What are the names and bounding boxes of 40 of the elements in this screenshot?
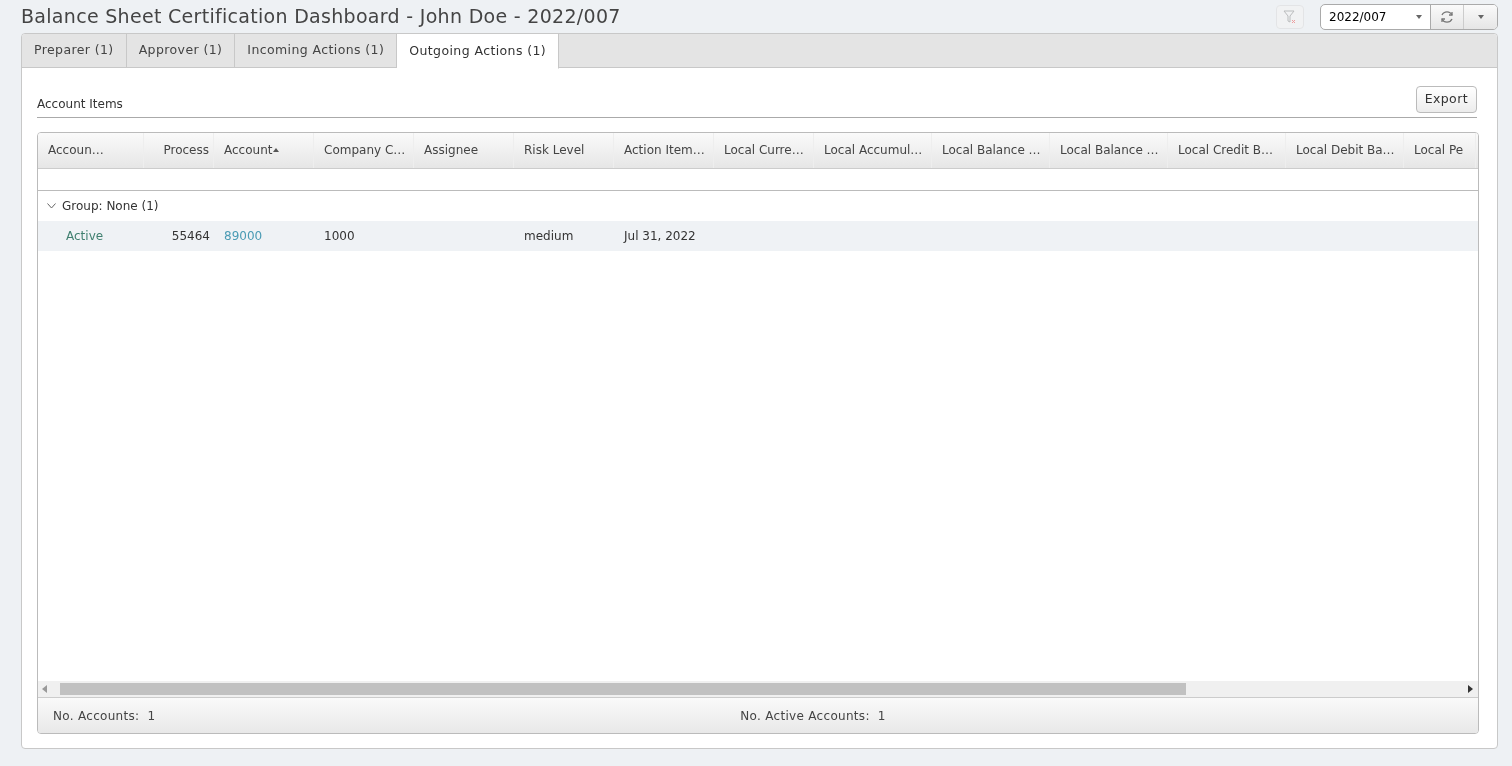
column-header[interactable]: Local Balance … [1050, 132, 1168, 168]
chevron-down-icon [47, 202, 56, 209]
footer-value: 1 [877, 707, 886, 725]
footer-label: No. Accounts: [53, 707, 140, 725]
table-cell-text: medium [524, 227, 574, 245]
table-cell-text: Jul 31, 2022 [624, 227, 696, 245]
column-header[interactable]: Action Item… [614, 132, 714, 168]
group-row[interactable]: Group: None (1) [38, 190, 1478, 221]
scroll-left-icon[interactable] [42, 685, 48, 693]
column-header[interactable]: Risk Level [514, 132, 614, 168]
table-cell-text: 55464 [171, 227, 210, 245]
column-header[interactable]: Company C… [314, 132, 414, 168]
scroll-right-icon[interactable] [1468, 685, 1474, 693]
section-title: Account Items [37, 95, 123, 113]
caret-icon [1416, 14, 1422, 19]
caret-icon [1477, 14, 1484, 19]
column-header[interactable]: Accoun… [38, 132, 144, 168]
column-header[interactable]: Process [144, 132, 214, 168]
column-header[interactable]: Local Credit B… [1168, 132, 1286, 168]
horizontal-scrollbar[interactable] [38, 681, 1478, 697]
column-header[interactable]: Local Curre… [714, 132, 814, 168]
status-text: Active [66, 227, 104, 245]
footer-value: 1 [147, 707, 156, 725]
refresh-button[interactable] [1431, 4, 1464, 29]
column-header[interactable]: Local Debit Ba… [1286, 132, 1404, 168]
column-header[interactable]: Assignee [414, 132, 514, 168]
column-header[interactable]: Local Accumul… [814, 132, 932, 168]
column-header[interactable]: Account [214, 132, 314, 168]
filter-icon [1283, 9, 1297, 24]
table-row[interactable]: Active 55464 89000 1000 medium Jul 31, 2022 [38, 220, 1478, 251]
tab[interactable]: Outgoing Actions (1) [397, 34, 560, 69]
refresh-icon [1440, 9, 1454, 24]
more-options-button[interactable] [1464, 4, 1497, 29]
export-button[interactable]: Export [1415, 86, 1477, 113]
footer-label: No. Active Accounts: [740, 707, 870, 725]
sort-ascending-icon [273, 148, 280, 153]
column-header[interactable]: Local Pe [1404, 132, 1476, 168]
column-header[interactable]: Local Balance … [932, 132, 1050, 168]
table-cell-text: 1000 [324, 227, 355, 245]
window-title: Balance Sheet Certification Dashboard - John Doe - 2022/007 [21, 5, 621, 28]
